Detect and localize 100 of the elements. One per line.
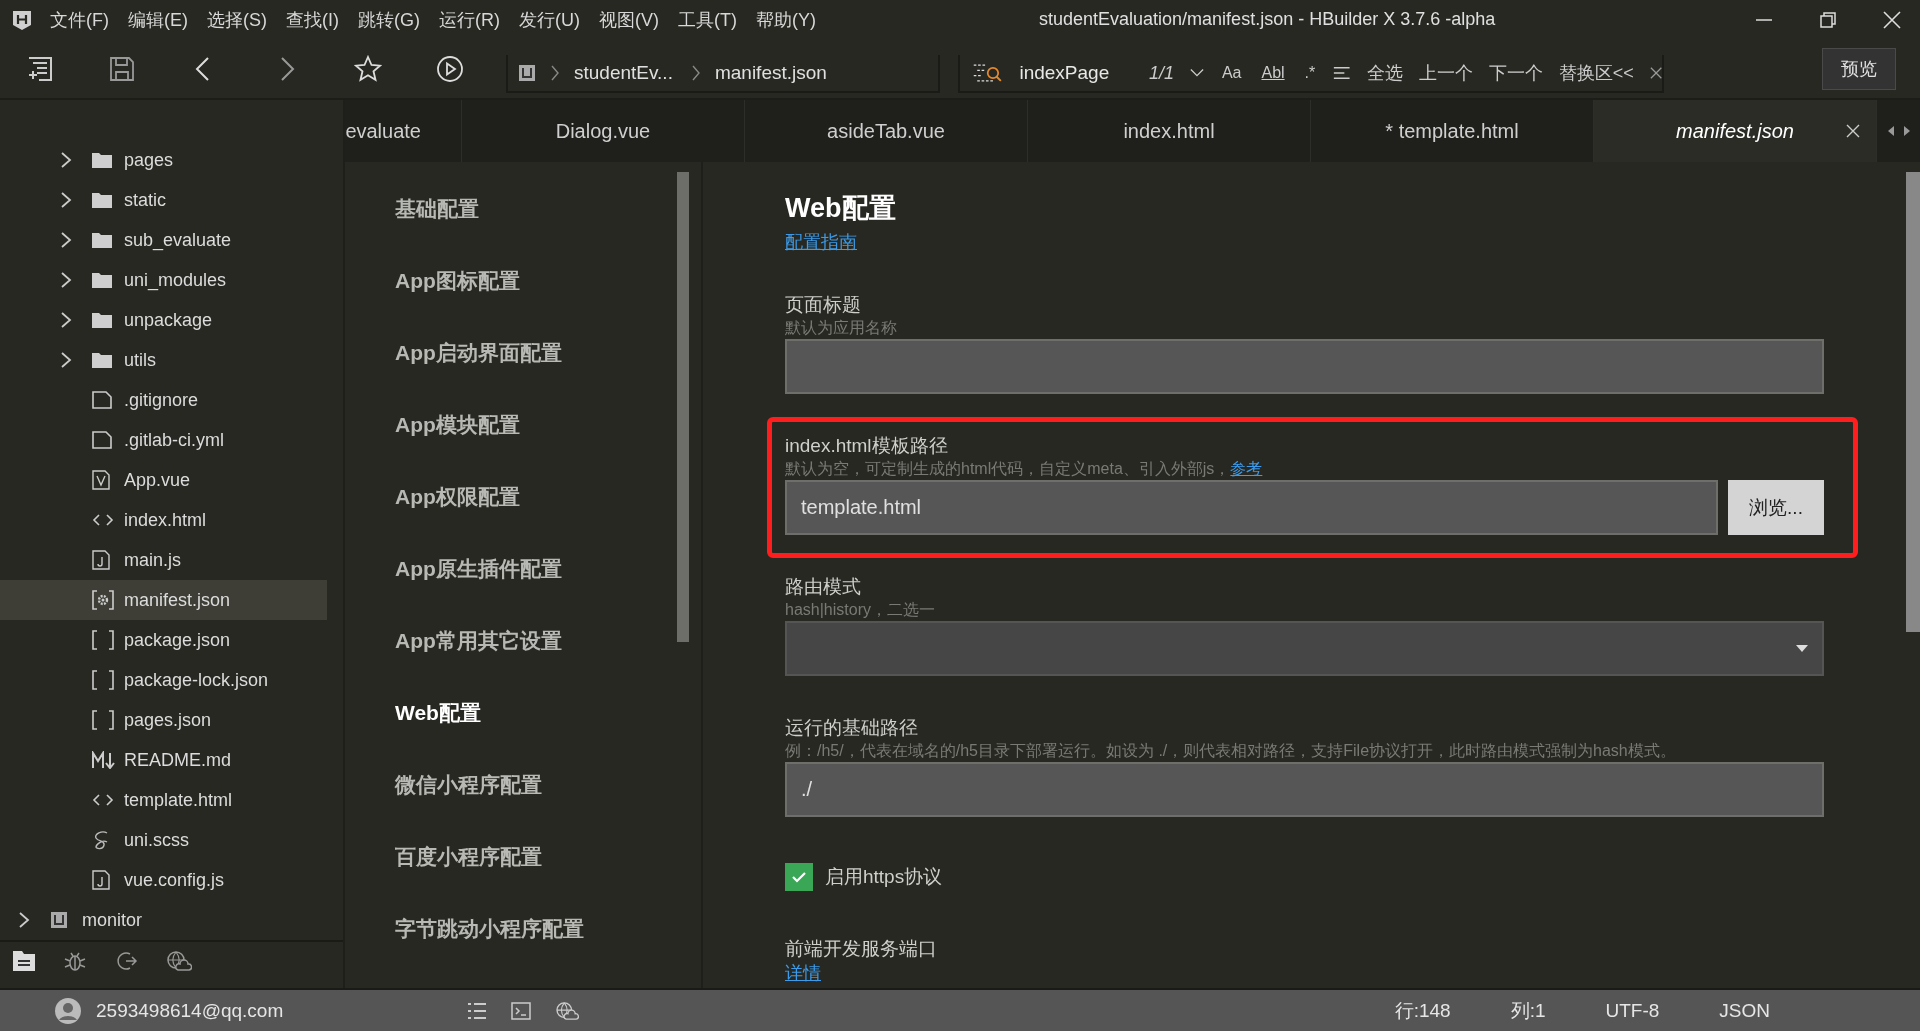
cursor-line[interactable]: 行:148 [1394, 997, 1451, 1024]
chevron-icon[interactable] [18, 912, 30, 928]
scrollbar[interactable] [1906, 172, 1920, 632]
file-tree-item[interactable]: monitor [0, 900, 327, 940]
chevron-icon[interactable] [60, 312, 72, 328]
file-tree-item[interactable]: package.json [0, 620, 327, 660]
preview-button[interactable]: 预览 [1822, 48, 1896, 90]
chevron-icon[interactable] [60, 192, 72, 208]
cursor-column[interactable]: 列:1 [1510, 997, 1546, 1024]
breadcrumb-item[interactable]: studentEv... [574, 62, 673, 84]
find-option-toggle[interactable]: Aa [1219, 64, 1244, 82]
settings-nav-item[interactable]: App模块配置 [345, 389, 701, 461]
new-file-icon[interactable] [26, 55, 54, 83]
reference-link[interactable]: 参考 [1230, 460, 1263, 477]
find-action-button[interactable]: 上一个 [1418, 61, 1473, 85]
scrollbar[interactable] [677, 172, 689, 642]
run-icon[interactable] [436, 55, 464, 83]
settings-nav-item[interactable]: App常用其它设置 [345, 605, 701, 677]
menu-item[interactable]: 编辑(E) [128, 8, 188, 32]
file-tree-item[interactable]: App.vue [0, 460, 327, 500]
file-tree-item[interactable]: uni.scss [0, 820, 327, 860]
find-option-toggle[interactable]: Abl [1259, 64, 1287, 82]
guide-link[interactable]: 配置指南 [785, 230, 857, 254]
chevron-down-icon[interactable] [1189, 68, 1204, 78]
editor-tab[interactable]: Dialog.vue [462, 100, 745, 162]
close-icon[interactable] [1846, 124, 1860, 138]
checkmark-icon [791, 869, 807, 885]
file-tree-item[interactable]: pages [0, 140, 327, 180]
checkbox[interactable] [785, 863, 813, 891]
menu-item[interactable]: 帮助(Y) [755, 8, 816, 32]
settings-nav-item[interactable]: 字节跳动小程序配置 [345, 893, 701, 965]
file-tree-item[interactable]: .gitlab-ci.yml [0, 420, 327, 460]
details-link[interactable]: 详情 [785, 963, 821, 983]
file-encoding[interactable]: UTF-8 [1605, 999, 1660, 1022]
text-field[interactable]: template.html [785, 480, 1718, 535]
chevron-icon[interactable] [60, 352, 72, 368]
file-tree-item[interactable]: static [0, 180, 327, 220]
find-action-button[interactable]: 全选 [1366, 61, 1403, 85]
restore-icon[interactable] [1818, 10, 1838, 30]
editor-tab[interactable]: manifest.json [1594, 100, 1877, 162]
settings-nav-item[interactable]: 百度小程序配置 [345, 821, 701, 893]
settings-nav-item[interactable]: App权限配置 [345, 461, 701, 533]
file-tree-item[interactable]: main.js [0, 540, 327, 580]
text-field[interactable] [785, 339, 1824, 394]
file-tree-item[interactable]: utils [0, 340, 327, 380]
star-icon[interactable] [354, 55, 382, 83]
scroll-left-icon[interactable] [1887, 126, 1895, 136]
user-account[interactable]: 2593498614@qq.com [96, 999, 284, 1022]
file-tree-item[interactable]: package-lock.json [0, 660, 327, 700]
file-tree-item[interactable]: README.md [0, 740, 327, 780]
avatar-icon[interactable] [54, 996, 82, 1025]
menu-item[interactable]: 发行(U) [519, 8, 580, 32]
cloud-globe-icon[interactable] [555, 1000, 580, 1021]
file-tree-item[interactable]: manifest.json [0, 580, 327, 620]
menu-item[interactable]: 工具(T) [678, 8, 737, 32]
find-action-button[interactable]: 下一个 [1488, 61, 1543, 85]
menu-item[interactable]: 跳转(G) [358, 8, 420, 32]
align-icon[interactable] [1333, 65, 1351, 81]
file-tree-item[interactable]: pages.json [0, 700, 327, 740]
text-field[interactable]: ./ [785, 762, 1824, 817]
cloud-globe-icon[interactable] [166, 950, 192, 972]
menu-item[interactable]: 选择(S) [207, 8, 267, 32]
find-action-button[interactable]: 替换区<< [1558, 61, 1634, 85]
file-tree-item[interactable]: vue.config.js [0, 860, 327, 900]
file-tree-item[interactable]: template.html [0, 780, 327, 820]
file-tree-item[interactable]: index.html [0, 500, 327, 540]
settings-nav-item[interactable]: App原生插件配置 [345, 533, 701, 605]
editor-tab[interactable]: asideTab.vue [745, 100, 1028, 162]
file-tree-item[interactable]: .gitignore [0, 380, 327, 420]
menu-item[interactable]: 视图(V) [599, 8, 659, 32]
chevron-icon[interactable] [60, 152, 72, 168]
sync-icon[interactable] [114, 950, 138, 972]
settings-file-icon [92, 590, 114, 610]
menu-item[interactable]: 查找(I) [286, 8, 339, 32]
save-icon[interactable] [108, 55, 136, 83]
file-tree-item[interactable]: sub_evaluate [0, 220, 327, 260]
files-icon[interactable] [12, 950, 36, 972]
bug-icon[interactable] [64, 950, 86, 972]
file-tree-item[interactable]: unpackage [0, 300, 327, 340]
browse-button[interactable]: 浏览... [1728, 480, 1824, 535]
scroll-right-icon[interactable] [1903, 126, 1911, 136]
file-tree-item[interactable]: uni_modules [0, 260, 327, 300]
find-input[interactable]: indexPage [1019, 62, 1133, 84]
settings-nav-item[interactable]: 微信小程序配置 [345, 749, 701, 821]
settings-nav-item[interactable]: App图标配置 [345, 245, 701, 317]
settings-nav-item[interactable]: App启动界面配置 [345, 317, 701, 389]
chevron-icon[interactable] [60, 232, 72, 248]
list-icon[interactable] [467, 1001, 488, 1020]
terminal-icon[interactable] [511, 1001, 532, 1020]
find-option-toggle[interactable]: .* [1302, 64, 1318, 82]
menu-item[interactable]: 运行(R) [439, 8, 500, 32]
menu-item[interactable]: 文件(F) [50, 8, 109, 32]
chevron-icon[interactable] [60, 272, 72, 288]
file-language[interactable]: JSON [1719, 999, 1770, 1022]
editor-tab[interactable]: index.html [1028, 100, 1311, 162]
editor-tab[interactable]: evaluate [345, 100, 462, 162]
breadcrumb-item[interactable]: manifest.json [714, 62, 827, 84]
close-icon[interactable] [1649, 66, 1662, 80]
settings-nav-item[interactable]: 基础配置 [345, 173, 701, 245]
settings-nav-item[interactable]: Web配置 [345, 677, 701, 749]
